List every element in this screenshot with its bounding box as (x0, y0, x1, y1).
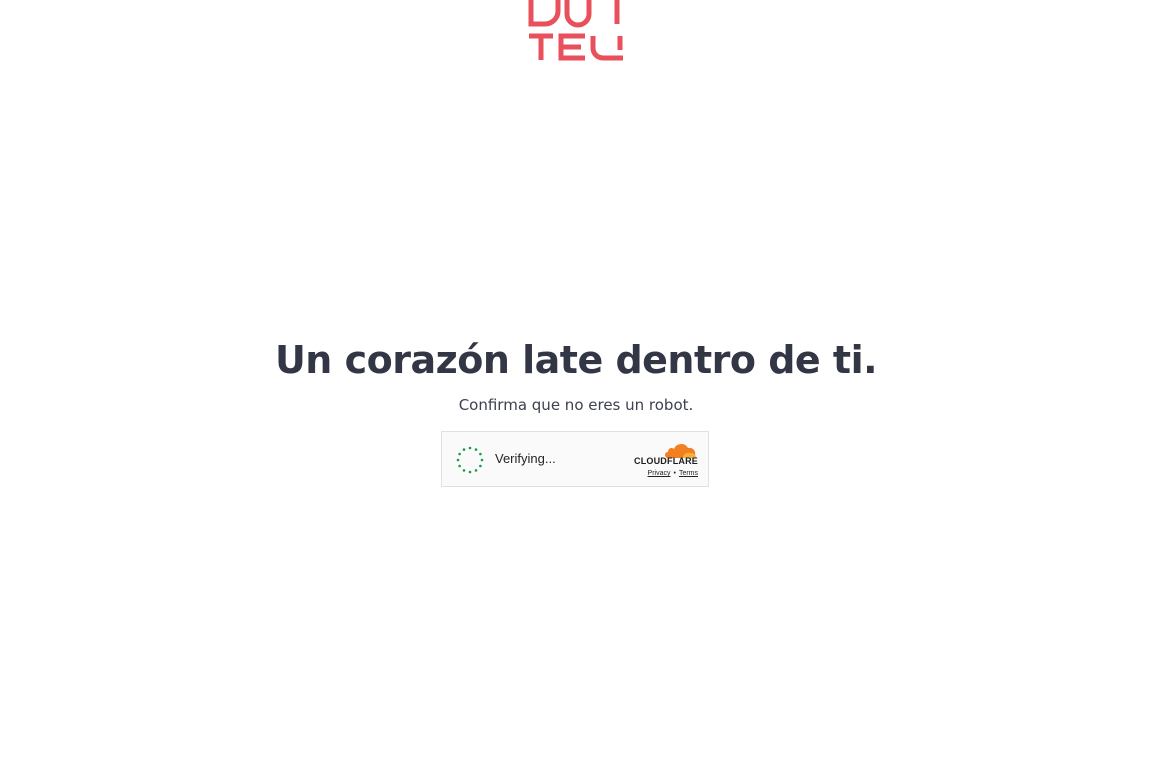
link-separator: • (673, 470, 676, 477)
page-title: Un corazón late dentro de ti. (274, 338, 878, 382)
terms-link[interactable]: Terms (679, 470, 698, 477)
captcha-widget[interactable]: Verifying... CLOUDFLARE Privacy • Terms (441, 431, 709, 487)
spinner-icon (456, 446, 484, 474)
page-subtitle: Confirma que no eres un robot. (458, 396, 694, 414)
captcha-links: Privacy • Terms (618, 469, 698, 479)
site-logo[interactable] (527, 0, 625, 62)
cloudflare-brand: CLOUDFLARE (634, 456, 698, 466)
captcha-status: Verifying... (495, 451, 556, 466)
privacy-link[interactable]: Privacy (648, 470, 671, 477)
